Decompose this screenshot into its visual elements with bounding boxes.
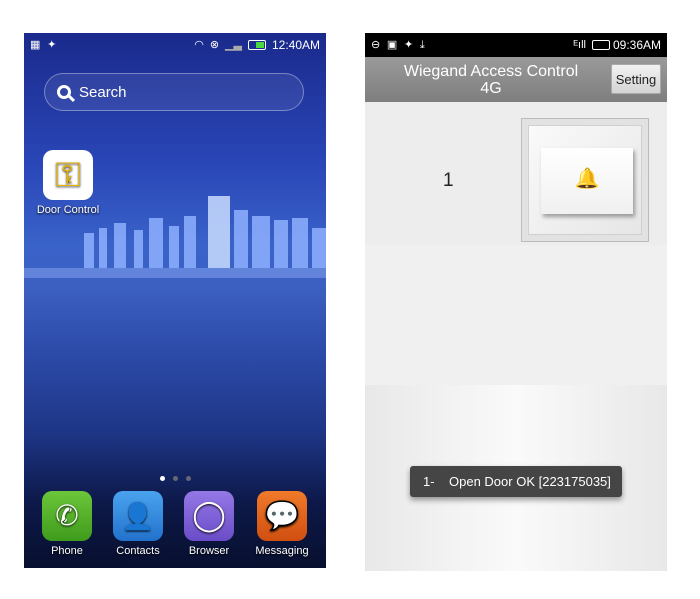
app-subtitle: 4G [480,80,502,97]
apps-icon: ▦ [30,38,41,51]
dock-label: Messaging [255,545,309,557]
dock-contacts[interactable]: 👤 Contacts [106,491,170,557]
setting-button[interactable]: Setting [611,64,661,94]
open-door-switch[interactable]: 🔔 [521,118,649,242]
signal-e-icon: ᴱıll [573,38,586,51]
image-icon: ▣ [386,38,398,51]
app-title: Wiegand Access Control [403,63,579,80]
search-bar[interactable]: Search [44,73,304,111]
page-dot[interactable] [159,476,165,481]
search-icon [57,85,71,99]
dock-label: Phone [51,545,83,557]
dock-phone[interactable]: ✆ Phone [40,491,94,557]
dock-label: Browser [188,545,230,557]
sim-blocked-icon: ⊗ [209,38,220,51]
signal-icon: ▁▃ [225,38,242,51]
pin-icon: ✦ [47,38,57,51]
app-header: Wiegand Access Control 4G Setting [365,57,667,102]
city-skyline-wallpaper [24,196,326,278]
search-placeholder: Search [79,83,127,101]
dock-label: Contacts [116,545,160,557]
battery-icon [247,40,266,50]
chat-icon: ⊖ [371,38,381,51]
wifi-icon: ◠ [194,38,204,51]
contacts-icon: 👤 [113,491,163,541]
toast-message: 1- Open Door OK [223175035] [410,466,622,497]
messaging-icon: 💬 [257,491,307,541]
browser-icon: ◯ [184,491,234,541]
phone-icon: ✆ [42,491,92,541]
status-bar: ▦ ✦ ◠ ⊗ ▁▃ 12:40AM [24,33,326,57]
page-dot[interactable] [185,476,191,481]
home-screen: ▦ ✦ ◠ ⊗ ▁▃ 12:40AM Search ⚿ Door Control… [24,33,326,568]
content-area [365,245,667,385]
dock-browser[interactable]: ◯ Browser [179,491,239,557]
dock-messaging[interactable]: 💬 Messaging [248,491,316,557]
status-time: 09:36AM [612,38,661,52]
access-control-app: ⊖ ▣ ✦ ⤓ ᴱıll 09:36AM Wiegand Access Cont… [365,33,667,571]
status-bar: ⊖ ▣ ✦ ⤓ ᴱıll 09:36AM [365,33,667,57]
download-icon: ⤓ [419,38,425,51]
page-indicator [24,476,326,481]
battery-icon [591,40,610,50]
doorbell-icon: 🔔 [541,148,633,214]
door-number: 1 [443,170,454,191]
page-dot[interactable] [172,476,178,481]
door-row: 1 🔔 [365,102,667,245]
status-time: 12:40AM [271,38,320,52]
pin-icon: ✦ [403,38,414,51]
